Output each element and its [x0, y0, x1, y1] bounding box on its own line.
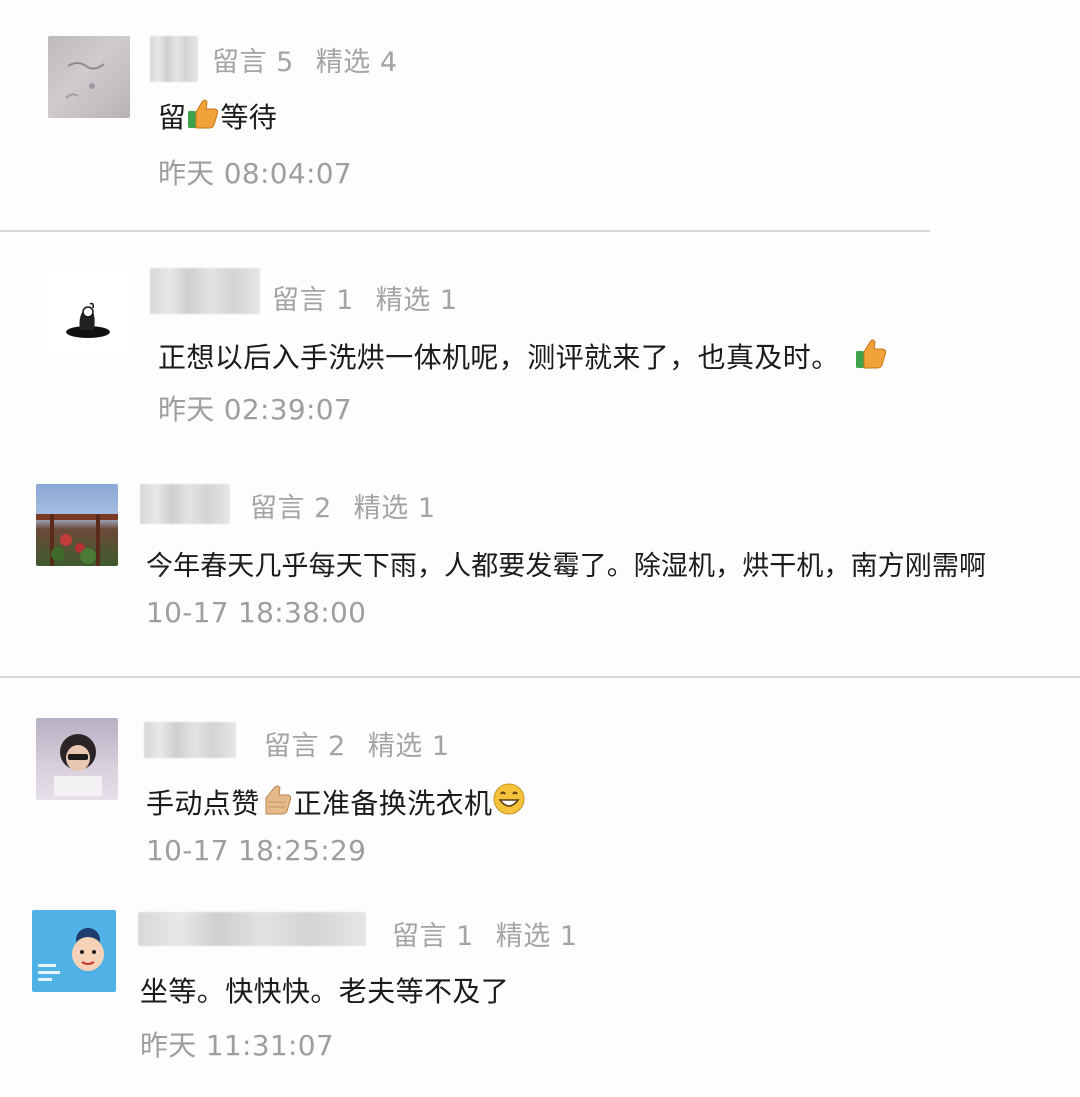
- comment-stats: 留言 2 精选 1: [250, 486, 436, 525]
- comment-timestamp: 昨天 08:04:07: [158, 157, 352, 190]
- featured-count: 精选 1: [353, 493, 436, 524]
- comment-item: 留言 2 精选 1 手动点赞 正准备换洗衣机 10-17 18:25:29: [0, 678, 1080, 896]
- comment-timestamp: 昨天 11:31:07: [140, 1029, 334, 1062]
- username-blurred[interactable]: [150, 36, 198, 82]
- comment-stats: 留言 1 精选 1: [392, 914, 578, 953]
- message-count: 留言 1: [392, 921, 474, 952]
- avatar[interactable]: [48, 36, 130, 118]
- comment-timestamp: 10-17 18:38:00: [146, 596, 367, 629]
- comment-text: 手动点赞 正准备换洗衣机: [146, 782, 526, 822]
- message-count: 留言 2: [264, 731, 346, 762]
- avatar[interactable]: [48, 272, 130, 354]
- avatar[interactable]: [36, 718, 118, 800]
- comment-text: 坐等。快快快。老夫等不及了: [140, 975, 510, 1008]
- thumbs-up-icon: [854, 336, 888, 370]
- username-blurred[interactable]: [144, 722, 236, 758]
- comment-text: 今年春天几乎每天下雨，人都要发霉了。除湿机，烘干机，南方刚需啊: [146, 551, 987, 582]
- comment-text: 正想以后入手洗烘一体机呢，测评就来了，也真及时。: [158, 336, 888, 376]
- comment-item: 留言 1 精选 1 正想以后入手洗烘一体机呢，测评就来了，也真及时。 昨天 02:…: [0, 232, 1080, 462]
- comment-item: 留言 5 精选 4 留 等待 昨天 08:04:07: [0, 0, 1080, 230]
- featured-count: 精选 4: [315, 47, 398, 78]
- comment-stats: 留言 2 精选 1: [264, 724, 450, 763]
- thumbs-up-icon: [260, 782, 294, 816]
- comment-stats: 留言 5 精选 4: [212, 40, 398, 79]
- featured-count: 精选 1: [495, 921, 578, 952]
- featured-count: 精选 1: [367, 731, 450, 762]
- comment-timestamp: 10-17 18:25:29: [146, 834, 367, 867]
- message-count: 留言 1: [272, 285, 354, 316]
- message-count: 留言 2: [250, 493, 332, 524]
- comment-stats: 留言 1 精选 1: [272, 278, 458, 317]
- username-blurred[interactable]: [150, 268, 260, 314]
- comment-item: 留言 2 精选 1 今年春天几乎每天下雨，人都要发霉了。除湿机，烘干机，南方刚需啊…: [0, 462, 1080, 676]
- avatar[interactable]: [36, 484, 118, 566]
- comment-text: 留 等待: [158, 96, 277, 136]
- username-blurred[interactable]: [140, 484, 230, 524]
- thumbs-up-icon: [186, 96, 220, 130]
- message-count: 留言 5: [212, 47, 294, 78]
- username-blurred[interactable]: [138, 912, 366, 946]
- featured-count: 精选 1: [375, 285, 458, 316]
- grinning-face-icon: [492, 782, 526, 816]
- comment-list: 留言 5 精选 4 留 等待 昨天 08:04:07 留言 1 精选 1 正想以…: [0, 0, 1080, 1097]
- comment-item: 留言 1 精选 1 坐等。快快快。老夫等不及了 昨天 11:31:07: [0, 896, 1080, 1097]
- comment-timestamp: 昨天 02:39:07: [158, 393, 352, 426]
- avatar[interactable]: [32, 910, 116, 992]
